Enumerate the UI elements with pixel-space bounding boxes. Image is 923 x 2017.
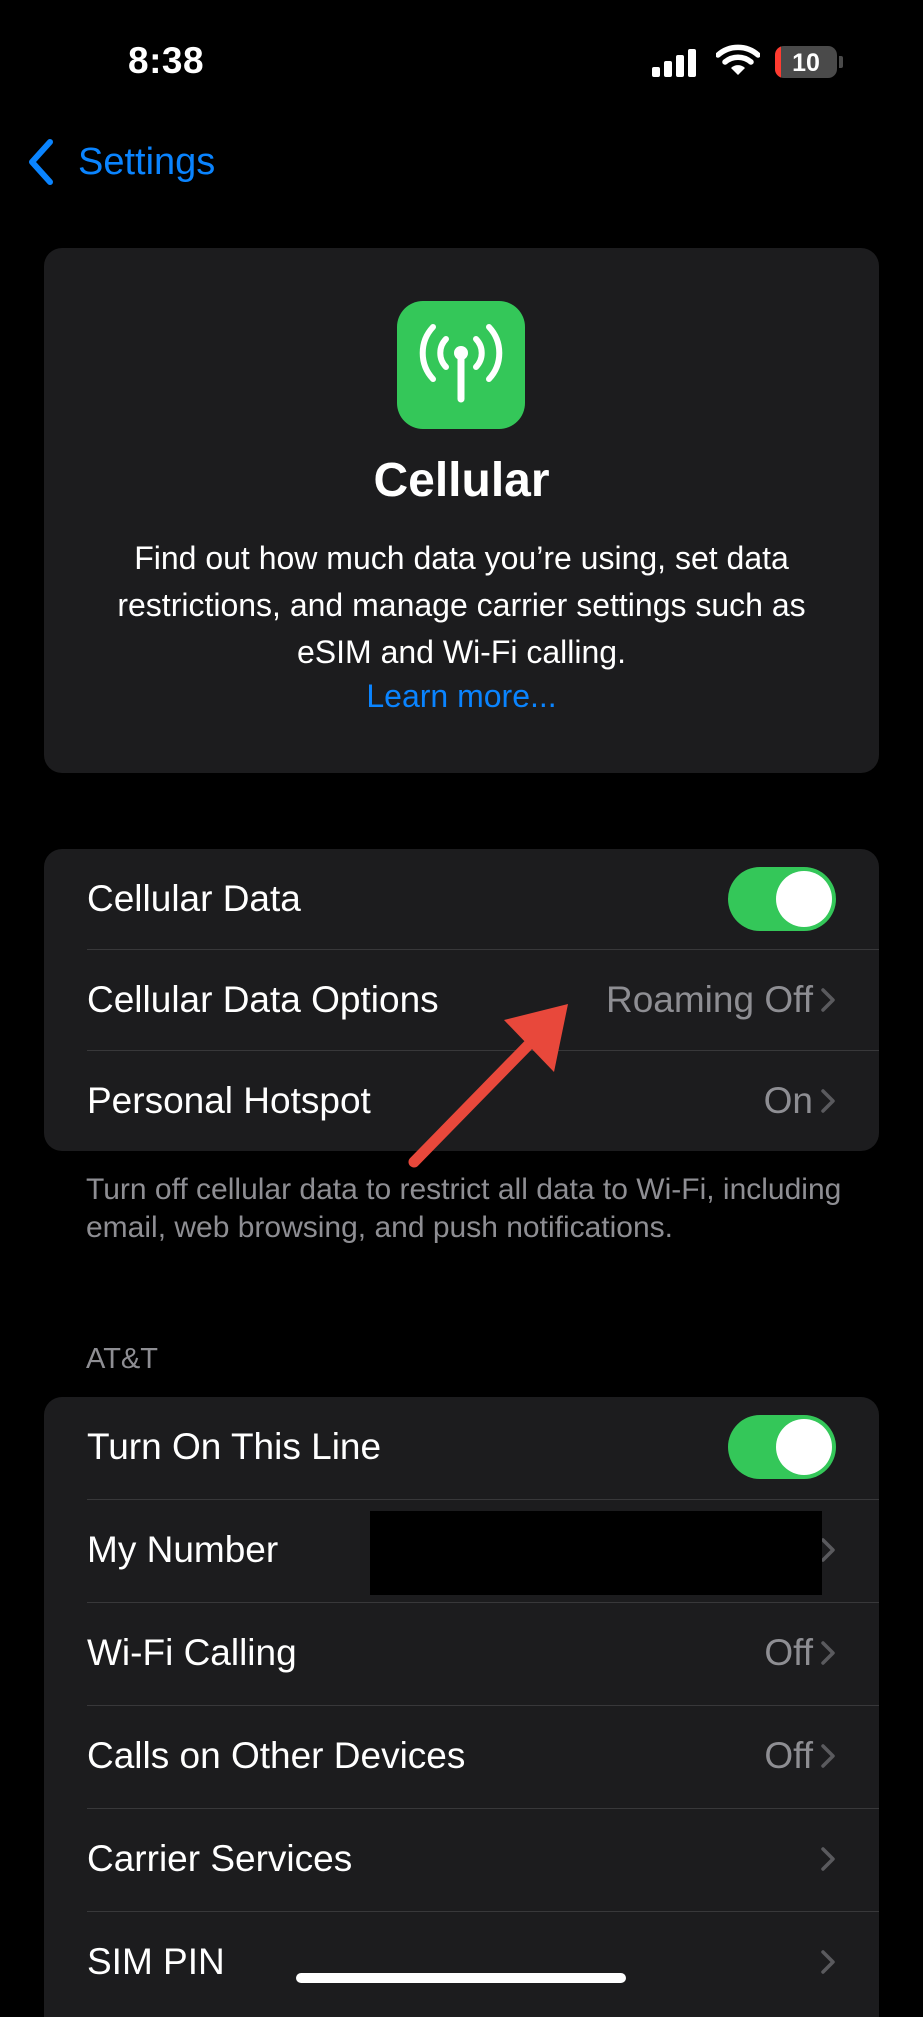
cellular-info-card: Cellular Find out how much data you’re u… [44, 248, 879, 773]
cellular-data-group: Cellular Data Cellular Data Options Roam… [44, 849, 879, 1151]
cellular-data-label: Cellular Data [87, 878, 301, 919]
chevron-left-icon [29, 139, 53, 185]
antenna-icon [397, 301, 525, 429]
battery-level: 10 [792, 49, 820, 77]
page-title: Cellular [373, 454, 550, 507]
carrier-services-row[interactable]: Carrier Services [44, 1809, 879, 1909]
signal-icon [652, 49, 696, 77]
chevron-right-icon [821, 1641, 835, 1665]
battery-cap [839, 56, 843, 68]
carrier-group: Turn On This Line My Number Wi-Fi Callin… [44, 1397, 879, 2017]
wifi-calling-label: Wi-Fi Calling [87, 1632, 297, 1673]
status-bar: 8:38 10 [0, 0, 923, 120]
chevron-right-icon [821, 1744, 835, 1768]
chevron-right-icon [821, 1847, 835, 1871]
my-number-row[interactable]: My Number [44, 1500, 879, 1600]
chevron-right-icon [821, 988, 835, 1012]
wifi-calling-value: Off [764, 1632, 813, 1673]
calls-other-devices-label: Calls on Other Devices [87, 1735, 466, 1776]
cellular-data-options-label: Cellular Data Options [87, 979, 439, 1020]
hero-description: Find out how much data you’re using, set… [117, 540, 806, 670]
sim-pin-label: SIM PIN [87, 1941, 225, 1982]
sim-pin-row[interactable]: SIM PIN [44, 1912, 879, 2012]
calls-other-devices-row[interactable]: Calls on Other Devices Off [44, 1706, 879, 1806]
cellular-data-footer-note: Turn off cellular data to restrict all d… [86, 1173, 842, 1244]
redacted-phone-number [370, 1511, 822, 1595]
personal-hotspot-row[interactable]: Personal Hotspot On [44, 1051, 879, 1151]
chevron-right-icon [821, 1950, 835, 1974]
personal-hotspot-value: On [763, 1080, 813, 1121]
toggle-knob [776, 1419, 832, 1475]
turn-on-line-toggle[interactable] [728, 1415, 836, 1479]
personal-hotspot-label: Personal Hotspot [87, 1080, 371, 1121]
my-number-label: My Number [87, 1529, 279, 1570]
turn-on-line-label: Turn On This Line [87, 1426, 382, 1467]
roaming-status-value: Roaming Off [605, 979, 813, 1020]
chevron-right-icon [821, 1538, 835, 1562]
chevron-right-icon [821, 1089, 835, 1113]
cellular-data-toggle[interactable] [728, 867, 836, 931]
battery-icon: 10 [775, 46, 837, 78]
toggle-knob [776, 871, 832, 927]
calls-other-devices-value: Off [764, 1735, 813, 1776]
back-label: Settings [78, 140, 216, 183]
wifi-icon [716, 44, 760, 75]
carrier-services-label: Carrier Services [87, 1838, 353, 1879]
learn-more-link[interactable]: Learn more... [44, 678, 879, 715]
turn-on-line-row: Turn On This Line [44, 1397, 879, 1497]
cellular-data-options-row[interactable]: Cellular Data Options Roaming Off [44, 950, 879, 1050]
carrier-section-header: AT&T [86, 1343, 158, 1375]
status-time: 8:38 [128, 40, 205, 81]
back-button[interactable]: Settings [24, 134, 215, 190]
wifi-calling-row[interactable]: Wi-Fi Calling Off [44, 1603, 879, 1703]
home-indicator[interactable] [296, 1973, 626, 1983]
cellular-data-row: Cellular Data [44, 849, 879, 949]
